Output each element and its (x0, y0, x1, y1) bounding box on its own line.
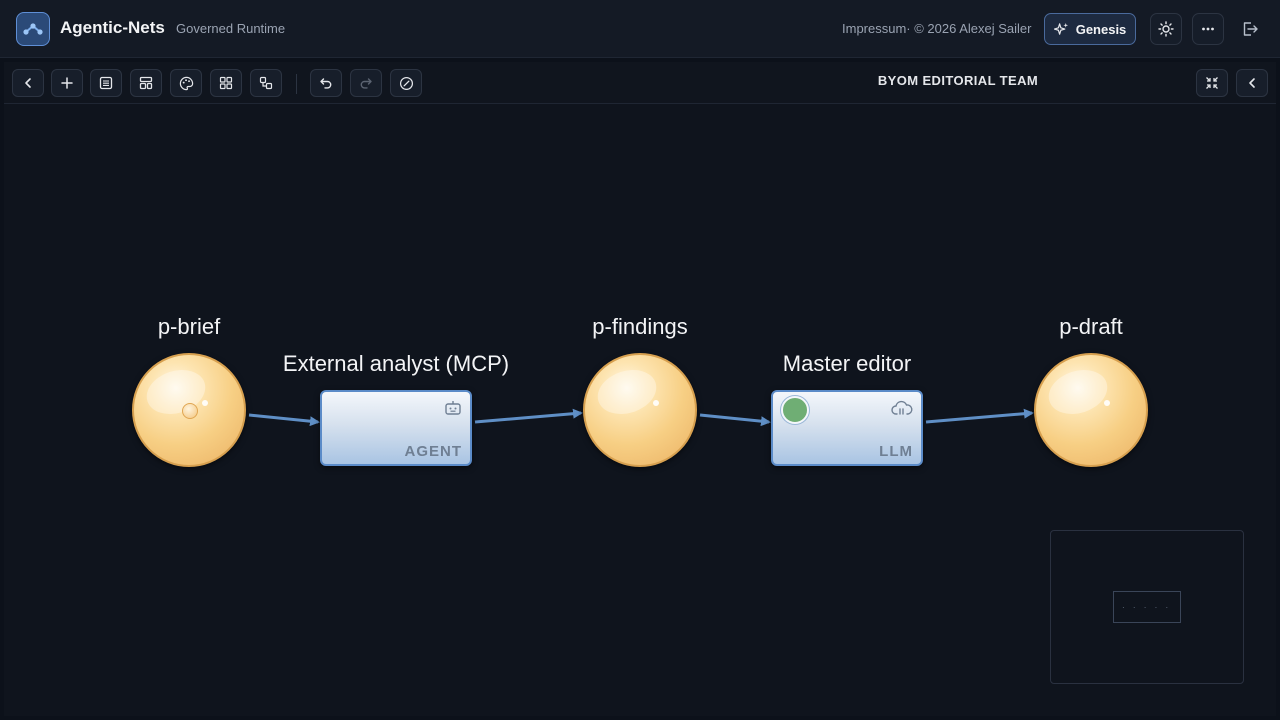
list-icon (99, 76, 113, 90)
grid-icon (219, 76, 233, 90)
list-button[interactable] (90, 69, 122, 97)
place-highlight (202, 400, 208, 406)
place-gloss (1042, 362, 1114, 422)
place-gloss (591, 362, 663, 422)
net-title: BYOM EDITORIAL TEAM (877, 73, 1039, 88)
collapse-icon (1206, 77, 1218, 89)
toolbar-divider (296, 74, 297, 94)
add-button[interactable] (51, 69, 83, 97)
redo-icon (360, 78, 372, 89)
minimap[interactable]: · · · · · (1050, 530, 1244, 684)
minimap-nodes: · · · · · (1122, 603, 1172, 612)
genesis-label: Genesis (1075, 21, 1127, 37)
place-p-draft[interactable] (1034, 353, 1148, 467)
theme-toggle-button[interactable] (1150, 13, 1182, 45)
layout-icon (139, 76, 153, 90)
redo-button[interactable] (350, 69, 382, 97)
arc-brief-to-analyst[interactable] (248, 413, 320, 427)
more-menu-button[interactable] (1192, 13, 1224, 45)
logout-icon (1243, 22, 1258, 36)
palette-icon (179, 76, 193, 90)
place-label: p-draft (1059, 314, 1123, 339)
side-panel-toggle-button[interactable] (1236, 69, 1268, 97)
place-p-findings[interactable] (583, 353, 697, 467)
arc-editor-to-draft[interactable] (925, 408, 1034, 424)
transition-kind: LLM (879, 443, 913, 460)
collapse-button[interactable] (1196, 69, 1228, 97)
place-label: p-brief (157, 314, 221, 339)
chevron-left-icon (1249, 78, 1255, 88)
place-label: p-findings (592, 314, 688, 339)
transition-label: Master editor (782, 351, 912, 376)
app-logo-icon[interactable] (16, 12, 50, 46)
more-horizontal-icon (1202, 27, 1214, 31)
robot-icon (445, 401, 461, 415)
undo-icon (320, 78, 332, 89)
undo-button[interactable] (310, 69, 342, 97)
back-button[interactable] (12, 69, 44, 97)
plus-icon (61, 77, 73, 89)
app-subtitle: Governed Runtime (176, 21, 286, 36)
place-gloss (140, 362, 212, 422)
editor-toolbar: BYOM EDITORIAL TEAM (4, 62, 1276, 104)
transition-external-analyst[interactable]: AGENT (320, 390, 472, 466)
compass-icon (399, 76, 413, 90)
transition-master-editor[interactable]: LLM (771, 390, 923, 466)
app-title: Agentic-Nets (60, 18, 165, 37)
sun-icon (1158, 21, 1174, 37)
token-marker[interactable] (182, 403, 198, 419)
genesis-button[interactable]: Genesis (1044, 13, 1136, 45)
minimap-viewport[interactable]: · · · · · (1113, 591, 1181, 623)
grid-button[interactable] (210, 69, 242, 97)
compass-button[interactable] (390, 69, 422, 97)
arc-findings-to-editor[interactable] (699, 413, 771, 427)
impressum-link[interactable]: Impressum· © 2026 Alexej Sailer (842, 21, 1032, 36)
net-canvas[interactable]: p-brief External analyst (MCP) AGENT p-f… (4, 104, 1276, 716)
transition-label: External analyst (MCP) (282, 351, 510, 376)
logout-button[interactable] (1234, 13, 1266, 45)
arc-analyst-to-findings[interactable] (474, 408, 583, 424)
chevron-left-icon (25, 78, 31, 88)
palette-button[interactable] (170, 69, 202, 97)
cloud-brain-icon (891, 400, 913, 415)
place-p-brief[interactable] (132, 353, 246, 467)
transition-kind: AGENT (404, 443, 462, 460)
place-highlight (653, 400, 659, 406)
sparkles-icon (1053, 22, 1068, 35)
nodes-icon (259, 76, 273, 90)
place-highlight (1104, 400, 1110, 406)
status-indicator (781, 396, 809, 424)
app-header: Agentic-Nets Governed Runtime Impressum·… (0, 0, 1280, 58)
nodes-button[interactable] (250, 69, 282, 97)
layout-button[interactable] (130, 69, 162, 97)
